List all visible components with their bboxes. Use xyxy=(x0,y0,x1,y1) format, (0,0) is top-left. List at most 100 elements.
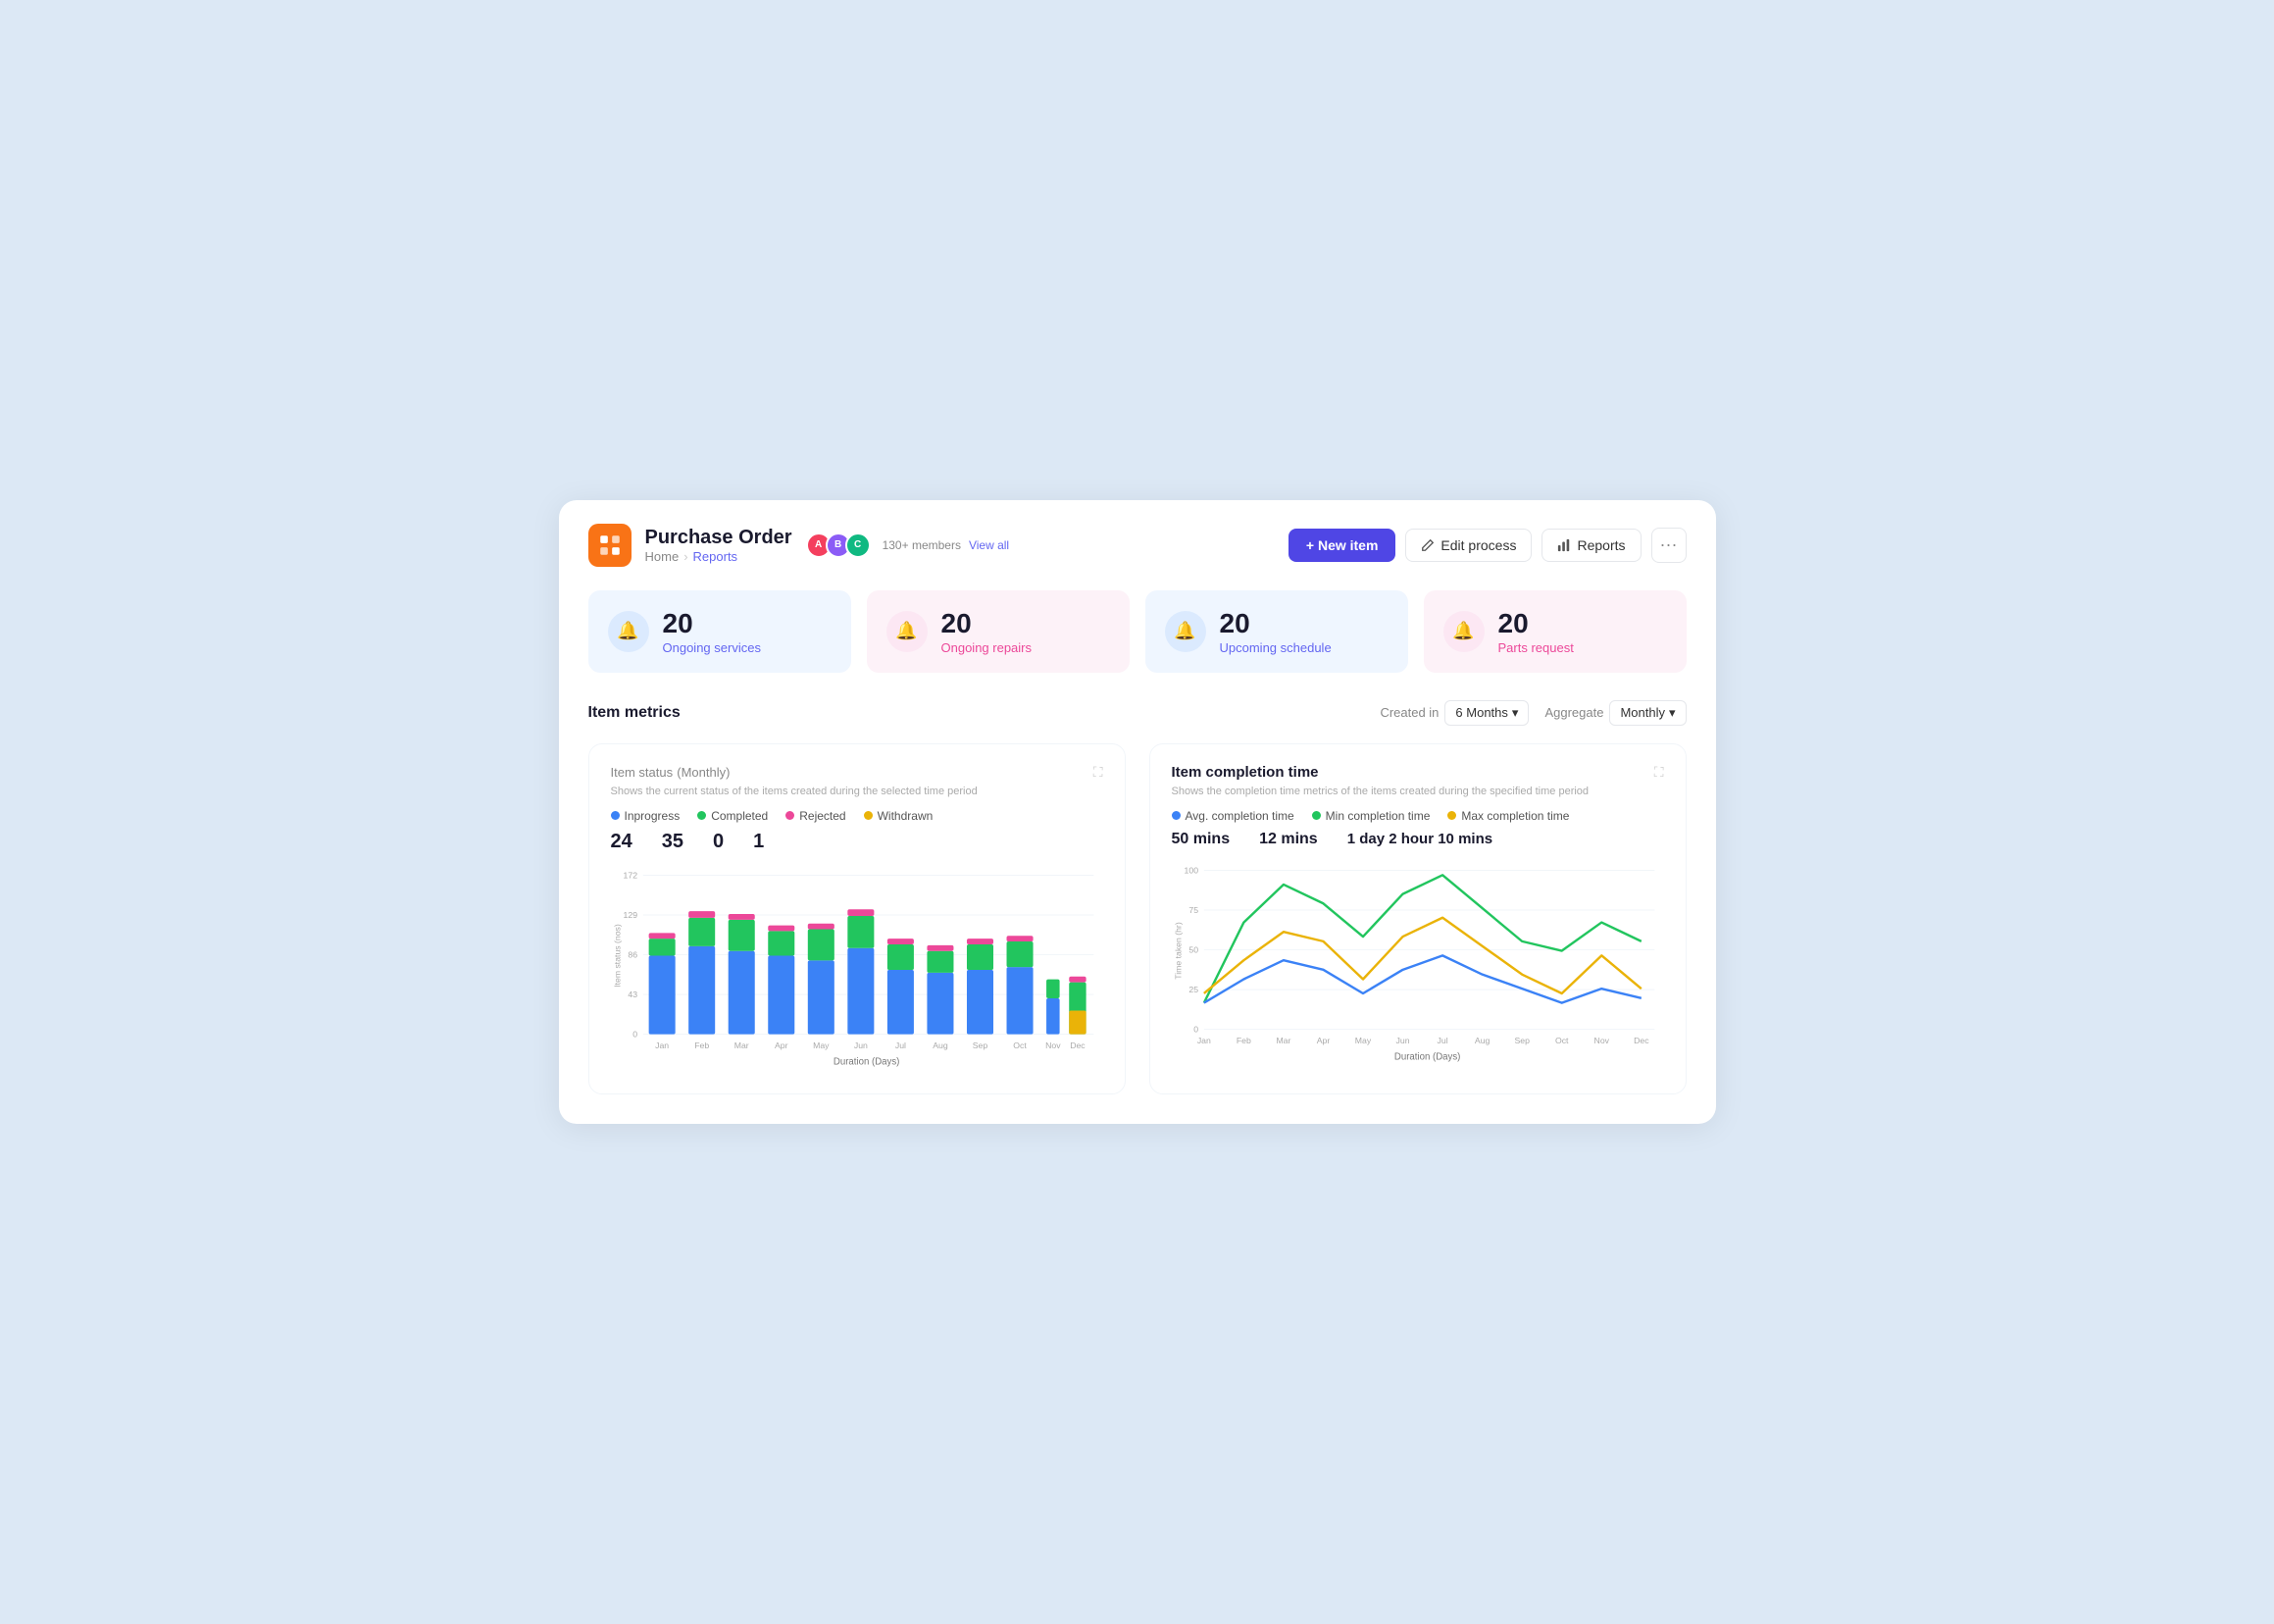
item-status-title: Item status (Monthly) xyxy=(611,764,731,781)
completion-time-title-area: Item completion time xyxy=(1172,764,1319,782)
aggregate-label: Aggregate xyxy=(1544,705,1603,720)
item-status-title-area: Item status (Monthly) xyxy=(611,764,731,782)
stat-card-ongoing-services[interactable]: 🔔 20 Ongoing services xyxy=(588,590,851,673)
legend-min: Min completion time xyxy=(1312,809,1431,823)
svg-text:Dec: Dec xyxy=(1070,1040,1086,1050)
legend-dot-avg xyxy=(1172,811,1181,820)
stat-label-1: Ongoing services xyxy=(663,640,761,655)
stat-info-2: 20 Ongoing repairs xyxy=(941,608,1033,655)
svg-text:129: 129 xyxy=(623,910,637,920)
svg-text:43: 43 xyxy=(628,990,637,999)
title-area: Purchase Order Home › Reports xyxy=(645,527,792,564)
new-item-button[interactable]: + New item xyxy=(1289,529,1396,562)
header-left: Purchase Order Home › Reports A B C 130+… xyxy=(588,524,1010,567)
stat-info-1: 20 Ongoing services xyxy=(663,608,761,655)
completion-time-title: Item completion time xyxy=(1172,764,1319,781)
val-inprogress: 24 xyxy=(611,831,632,853)
svg-text:86: 86 xyxy=(628,949,637,959)
metrics-header: Item metrics Created in 6 Months ▾ Aggre… xyxy=(588,700,1687,726)
app-icon xyxy=(588,524,632,567)
aggregate-control: Aggregate Monthly ▾ xyxy=(1544,700,1686,726)
line-chart-area: 100 75 50 25 0 Time taken (hr) xyxy=(1172,856,1664,1069)
svg-text:May: May xyxy=(1354,1036,1371,1045)
legend-rejected: Rejected xyxy=(785,809,845,823)
svg-text:Aug: Aug xyxy=(933,1040,948,1050)
bell-icon-pink-2: 🔔 xyxy=(1443,611,1485,652)
bell-icon-blue: 🔔 xyxy=(608,611,649,652)
svg-text:Jun: Jun xyxy=(853,1040,867,1050)
item-status-chart-card: Item status (Monthly) ⛶ Shows the curren… xyxy=(588,743,1126,1094)
created-in-label: Created in xyxy=(1380,705,1439,720)
stat-card-upcoming-schedule[interactable]: 🔔 20 Upcoming schedule xyxy=(1145,590,1408,673)
legend-completed: Completed xyxy=(697,809,768,823)
expand-icon-line[interactable]: ⛶ xyxy=(1654,764,1664,781)
more-options-button[interactable]: ··· xyxy=(1651,528,1687,563)
svg-text:Duration (Days): Duration (Days) xyxy=(1393,1051,1460,1062)
stat-card-parts-request[interactable]: 🔔 20 Parts request xyxy=(1424,590,1687,673)
legend-dot-min xyxy=(1312,811,1321,820)
expand-icon-bar[interactable]: ⛶ xyxy=(1093,764,1103,781)
svg-text:Mar: Mar xyxy=(1276,1036,1290,1045)
svg-text:50: 50 xyxy=(1188,944,1198,954)
breadcrumb-home[interactable]: Home xyxy=(645,549,680,564)
svg-text:Sep: Sep xyxy=(972,1040,987,1050)
app-container: Purchase Order Home › Reports A B C 130+… xyxy=(559,500,1716,1124)
breadcrumb: Home › Reports xyxy=(645,549,792,564)
item-status-legend: Inprogress Completed Rejected Withdrawn xyxy=(611,809,1103,823)
stat-label-2: Ongoing repairs xyxy=(941,640,1033,655)
stat-label-4: Parts request xyxy=(1498,640,1574,655)
legend-withdrawn: Withdrawn xyxy=(864,809,934,823)
breadcrumb-sep: › xyxy=(683,549,687,564)
svg-text:Oct: Oct xyxy=(1013,1040,1027,1050)
avatar-3: C xyxy=(845,533,871,558)
charts-grid: Item status (Monthly) ⛶ Shows the curren… xyxy=(588,743,1687,1094)
header-right: + New item Edit process Reports ··· xyxy=(1289,528,1687,563)
svg-text:100: 100 xyxy=(1184,865,1198,875)
stat-number-1: 20 xyxy=(663,608,761,639)
svg-text:Duration (Days): Duration (Days) xyxy=(833,1056,899,1067)
legend-inprogress: Inprogress xyxy=(611,809,681,823)
svg-text:Apr: Apr xyxy=(1316,1036,1330,1045)
bell-icon-pink-1: 🔔 xyxy=(886,611,928,652)
stat-number-2: 20 xyxy=(941,608,1033,639)
svg-text:Jun: Jun xyxy=(1395,1036,1409,1045)
svg-text:0: 0 xyxy=(1193,1024,1198,1034)
svg-text:Mar: Mar xyxy=(733,1040,748,1050)
val-max: 1 day 2 hour 10 mins xyxy=(1347,831,1492,848)
stat-number-3: 20 xyxy=(1220,608,1332,639)
svg-text:Dec: Dec xyxy=(1634,1036,1649,1045)
completion-time-legend: Avg. completion time Min completion time… xyxy=(1172,809,1664,823)
avatars: A B C xyxy=(806,533,865,558)
svg-text:Sep: Sep xyxy=(1514,1036,1530,1045)
legend-dot-pink xyxy=(785,811,794,820)
reports-button[interactable]: Reports xyxy=(1541,529,1641,562)
val-avg: 50 mins xyxy=(1172,831,1231,848)
metrics-title: Item metrics xyxy=(588,704,681,722)
svg-text:Feb: Feb xyxy=(1236,1036,1250,1045)
created-in-select[interactable]: 6 Months ▾ xyxy=(1444,700,1529,726)
header: Purchase Order Home › Reports A B C 130+… xyxy=(588,524,1687,567)
edit-process-button[interactable]: Edit process xyxy=(1405,529,1532,562)
stat-info-4: 20 Parts request xyxy=(1498,608,1574,655)
svg-text:Feb: Feb xyxy=(694,1040,709,1050)
bar-chart-area: 172 129 86 43 0 Item status (nos) xyxy=(611,861,1103,1074)
edit-icon xyxy=(1421,538,1435,552)
bell-icon-blue-2: 🔔 xyxy=(1165,611,1206,652)
legend-max: Max completion time xyxy=(1447,809,1569,823)
legend-dot-yellow xyxy=(864,811,873,820)
line-chart-svg: 100 75 50 25 0 Time taken (hr) xyxy=(1172,856,1664,1064)
app-title: Purchase Order xyxy=(645,527,792,549)
completion-time-values: 50 mins 12 mins 1 day 2 hour 10 mins xyxy=(1172,831,1664,848)
svg-text:Aug: Aug xyxy=(1474,1036,1490,1045)
svg-text:75: 75 xyxy=(1188,905,1198,915)
legend-dot-blue xyxy=(611,811,620,820)
aggregate-select[interactable]: Monthly ▾ xyxy=(1609,700,1686,726)
completion-time-chart-card: Item completion time ⛶ Shows the complet… xyxy=(1149,743,1687,1094)
svg-text:172: 172 xyxy=(623,870,637,880)
stat-card-ongoing-repairs[interactable]: 🔔 20 Ongoing repairs xyxy=(867,590,1130,673)
legend-dot-max xyxy=(1447,811,1456,820)
item-status-chart-header: Item status (Monthly) ⛶ xyxy=(611,764,1103,782)
svg-text:Jul: Jul xyxy=(894,1040,905,1050)
created-in-control: Created in 6 Months ▾ xyxy=(1380,700,1529,726)
view-all-link[interactable]: View all xyxy=(969,538,1009,552)
